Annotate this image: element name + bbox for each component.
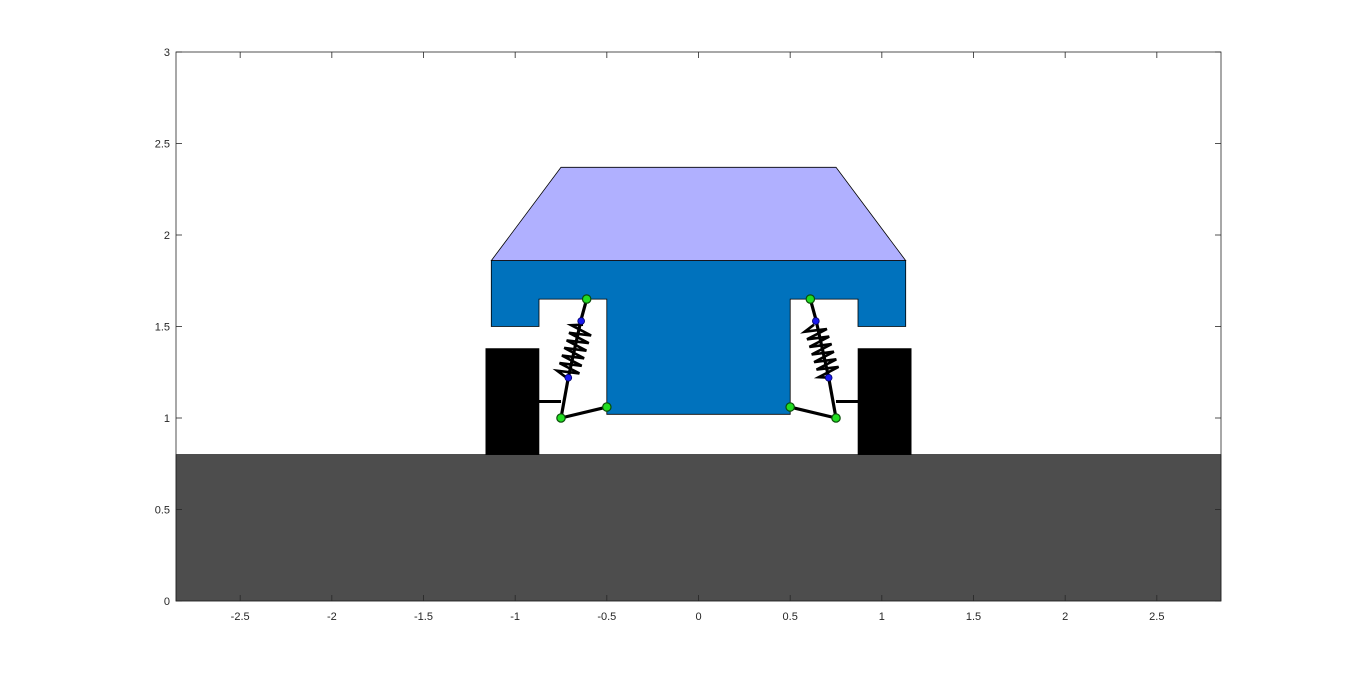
joint-blue bbox=[577, 317, 585, 325]
y-tick-label: 0 bbox=[164, 596, 170, 608]
x-tick-label: -2 bbox=[327, 611, 337, 623]
suspension-figure: -2.5 -2 -1.5 -1 -0.5 0 0.5 1 1.5 2 2.5 0 0.5 1 1.5 2 2.… bbox=[0, 0, 1350, 675]
joint-green bbox=[581, 294, 592, 304]
wheel-right bbox=[857, 348, 912, 455]
y-tick-label: 2.5 bbox=[155, 139, 170, 151]
x-tick-label: 0.5 bbox=[783, 611, 798, 623]
y-tick-label: 1.5 bbox=[155, 322, 170, 334]
x-tick-label: 0 bbox=[695, 611, 701, 623]
ground-block bbox=[175, 454, 1222, 602]
y-tick-label: 2 bbox=[164, 230, 170, 242]
joint-green bbox=[556, 413, 566, 423]
x-tick-label: 2 bbox=[1062, 611, 1068, 623]
joint-green bbox=[831, 413, 841, 423]
joint-green bbox=[785, 402, 795, 412]
wheel-left bbox=[485, 348, 540, 455]
cabin-shape bbox=[490, 166, 907, 262]
y-tick-label: 1 bbox=[164, 413, 170, 425]
joint-green bbox=[805, 294, 816, 304]
x-tick-label: -0.5 bbox=[597, 611, 616, 623]
joint-blue bbox=[812, 317, 820, 325]
joint-green bbox=[602, 402, 612, 412]
joint-blue bbox=[564, 373, 573, 382]
y-tick-label: 3 bbox=[164, 47, 170, 59]
x-tick-label: -1 bbox=[510, 611, 520, 623]
x-tick-label: -1.5 bbox=[414, 611, 433, 623]
x-tick-label: 1.5 bbox=[966, 611, 981, 623]
x-tick-label: -2.5 bbox=[231, 611, 250, 623]
y-tick-label: 0.5 bbox=[155, 505, 170, 517]
x-tick-label: 1 bbox=[879, 611, 885, 623]
plot-area bbox=[175, 51, 1222, 602]
joint-blue bbox=[824, 373, 833, 382]
x-tick-label: 2.5 bbox=[1149, 611, 1164, 623]
